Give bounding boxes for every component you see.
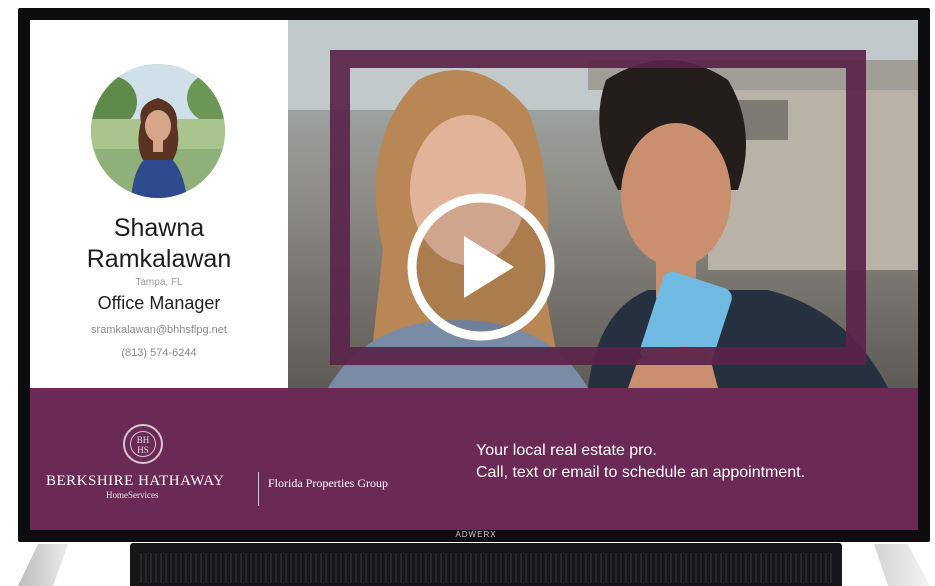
tagline-line-2: Call, text or email to schedule an appoi… — [476, 464, 806, 481]
play-button[interactable] — [406, 192, 556, 342]
company-subname: HomeServices — [106, 490, 159, 500]
agent-last-name: Ramkalawan — [86, 245, 232, 273]
tagline-line-1: Your local real estate pro. — [476, 442, 657, 459]
tv-bezel: Shawna Ramkalawan Tampa, FL Office Manag… — [18, 8, 930, 542]
agent-phone[interactable]: (813) 574-6244 — [30, 347, 288, 359]
tagline: Your local real estate pro. Call, text o… — [476, 440, 906, 484]
company-logo: BH HS BERKSHIRE HATHAWAY HomeServices Fl… — [46, 424, 416, 510]
logo-divider — [258, 472, 259, 506]
brand-banner: BH HS BERKSHIRE HATHAWAY HomeServices Fl… — [30, 388, 918, 530]
tv-stand — [130, 543, 842, 586]
agent-name: Shawna Ramkalawan — [30, 213, 288, 275]
tv-foot-left — [18, 544, 68, 586]
tv-foot-right — [874, 544, 930, 586]
avatar — [91, 64, 225, 198]
agent-email[interactable]: sramkalawan@bhhsflpg.net — [30, 324, 288, 336]
agent-card: Shawna Ramkalawan Tampa, FL Office Manag… — [30, 20, 288, 388]
video-player[interactable] — [288, 20, 918, 388]
tv-screen: Shawna Ramkalawan Tampa, FL Office Manag… — [30, 20, 918, 530]
play-icon[interactable] — [406, 192, 556, 342]
seal-bottom-text: HS — [137, 445, 149, 455]
seal-top-text: BH — [136, 435, 150, 445]
agent-first-name: Shawna — [113, 214, 205, 242]
bhhs-seal-icon: BH HS — [123, 424, 163, 464]
company-name: BERKSHIRE HATHAWAY — [46, 473, 225, 489]
bhhs-seal-monogram: BH HS — [130, 431, 156, 457]
agent-location: Tampa, FL — [135, 277, 183, 288]
agent-title: Office Manager — [97, 293, 221, 313]
video-frame-image — [288, 20, 918, 388]
company-region: Florida Properties Group — [268, 476, 388, 490]
tv-brand-label: ADWERX — [455, 530, 497, 539]
speaker-grill — [140, 553, 832, 583]
